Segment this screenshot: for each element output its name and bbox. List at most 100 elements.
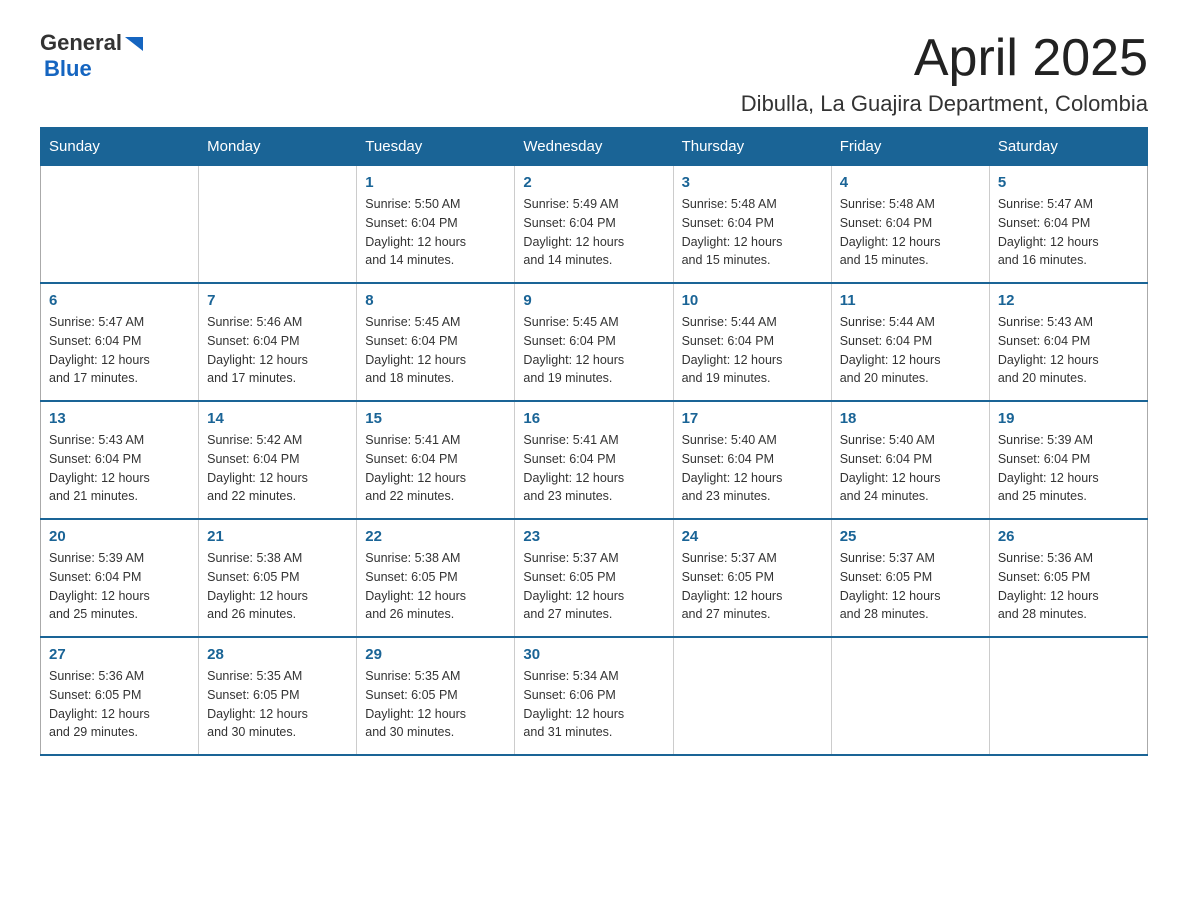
calendar-day-cell: 5 Sunrise: 5:47 AM Sunset: 6:04 PM Daylig… [989,166,1147,284]
day-info: Sunrise: 5:37 AM Sunset: 6:05 PM Dayligh… [682,549,823,624]
logo-triangle-icon [123,33,145,55]
calendar-day-cell: 1 Sunrise: 5:50 AM Sunset: 6:04 PM Daylig… [357,166,515,284]
calendar-day-cell [673,637,831,755]
day-number: 14 [207,410,348,427]
calendar-day-cell: 11 Sunrise: 5:44 AM Sunset: 6:04 PM Dayli… [831,283,989,401]
day-number: 16 [523,410,664,427]
day-info: Sunrise: 5:43 AM Sunset: 6:04 PM Dayligh… [998,313,1139,388]
logo-blue-text: Blue [44,56,92,81]
calendar-day-cell: 28 Sunrise: 5:35 AM Sunset: 6:05 PM Dayli… [199,637,357,755]
day-number: 9 [523,292,664,309]
day-number: 3 [682,174,823,191]
calendar-day-cell: 24 Sunrise: 5:37 AM Sunset: 6:05 PM Dayli… [673,519,831,637]
day-number: 2 [523,174,664,191]
day-number: 11 [840,292,981,309]
day-number: 1 [365,174,506,191]
day-info: Sunrise: 5:47 AM Sunset: 6:04 PM Dayligh… [49,313,190,388]
calendar-day-cell: 27Sunrise: 5:36 AM Sunset: 6:05 PM Dayli… [41,637,199,755]
day-info: Sunrise: 5:38 AM Sunset: 6:05 PM Dayligh… [365,549,506,624]
day-info: Sunrise: 5:50 AM Sunset: 6:04 PM Dayligh… [365,195,506,270]
day-info: Sunrise: 5:48 AM Sunset: 6:04 PM Dayligh… [840,195,981,270]
day-info: Sunrise: 5:37 AM Sunset: 6:05 PM Dayligh… [523,549,664,624]
calendar-header-day: Wednesday [515,128,673,166]
day-number: 12 [998,292,1139,309]
calendar-week-row: 1 Sunrise: 5:50 AM Sunset: 6:04 PM Daylig… [41,166,1148,284]
day-number: 30 [523,646,664,663]
calendar-day-cell [989,637,1147,755]
calendar-header-day: Friday [831,128,989,166]
day-number: 21 [207,528,348,545]
calendar-day-cell: 8Sunrise: 5:45 AM Sunset: 6:04 PM Daylig… [357,283,515,401]
location-title: Dibulla, La Guajira Department, Colombia [741,91,1148,117]
calendar-day-cell: 18 Sunrise: 5:40 AM Sunset: 6:04 PM Dayli… [831,401,989,519]
day-info: Sunrise: 5:36 AM Sunset: 6:05 PM Dayligh… [49,667,190,742]
day-info: Sunrise: 5:34 AM Sunset: 6:06 PM Dayligh… [523,667,664,742]
page-header: General Blue April 2025 Dibulla, La Guaj… [40,30,1148,117]
day-info: Sunrise: 5:44 AM Sunset: 6:04 PM Dayligh… [840,313,981,388]
day-info: Sunrise: 5:41 AM Sunset: 6:04 PM Dayligh… [365,431,506,506]
calendar-header-day: Thursday [673,128,831,166]
day-number: 6 [49,292,190,309]
day-info: Sunrise: 5:44 AM Sunset: 6:04 PM Dayligh… [682,313,823,388]
calendar-day-cell: 10Sunrise: 5:44 AM Sunset: 6:04 PM Dayli… [673,283,831,401]
day-info: Sunrise: 5:35 AM Sunset: 6:05 PM Dayligh… [207,667,348,742]
day-number: 18 [840,410,981,427]
calendar-day-cell [831,637,989,755]
day-info: Sunrise: 5:42 AM Sunset: 6:04 PM Dayligh… [207,431,348,506]
day-info: Sunrise: 5:41 AM Sunset: 6:04 PM Dayligh… [523,431,664,506]
day-info: Sunrise: 5:39 AM Sunset: 6:04 PM Dayligh… [998,431,1139,506]
calendar-day-cell: 6 Sunrise: 5:47 AM Sunset: 6:04 PM Daylig… [41,283,199,401]
day-info: Sunrise: 5:40 AM Sunset: 6:04 PM Dayligh… [840,431,981,506]
day-number: 29 [365,646,506,663]
calendar-day-cell: 3 Sunrise: 5:48 AM Sunset: 6:04 PM Daylig… [673,166,831,284]
day-number: 26 [998,528,1139,545]
day-number: 7 [207,292,348,309]
calendar-day-cell: 21Sunrise: 5:38 AM Sunset: 6:05 PM Dayli… [199,519,357,637]
day-number: 17 [682,410,823,427]
calendar-day-cell: 19 Sunrise: 5:39 AM Sunset: 6:04 PM Dayli… [989,401,1147,519]
day-number: 5 [998,174,1139,191]
day-number: 13 [49,410,190,427]
calendar-day-cell: 30 Sunrise: 5:34 AM Sunset: 6:06 PM Dayli… [515,637,673,755]
day-info: Sunrise: 5:37 AM Sunset: 6:05 PM Dayligh… [840,549,981,624]
calendar-day-cell: 14 Sunrise: 5:42 AM Sunset: 6:04 PM Dayli… [199,401,357,519]
month-title: April 2025 [741,30,1148,87]
day-info: Sunrise: 5:49 AM Sunset: 6:04 PM Dayligh… [523,195,664,270]
calendar-day-cell [41,166,199,284]
day-number: 25 [840,528,981,545]
calendar-day-cell: 13Sunrise: 5:43 AM Sunset: 6:04 PM Dayli… [41,401,199,519]
title-block: April 2025 Dibulla, La Guajira Departmen… [741,30,1148,117]
calendar-day-cell: 22 Sunrise: 5:38 AM Sunset: 6:05 PM Dayli… [357,519,515,637]
calendar-day-cell: 29Sunrise: 5:35 AM Sunset: 6:05 PM Dayli… [357,637,515,755]
day-info: Sunrise: 5:45 AM Sunset: 6:04 PM Dayligh… [523,313,664,388]
day-info: Sunrise: 5:39 AM Sunset: 6:04 PM Dayligh… [49,549,190,624]
calendar-day-cell: 16 Sunrise: 5:41 AM Sunset: 6:04 PM Dayli… [515,401,673,519]
day-info: Sunrise: 5:46 AM Sunset: 6:04 PM Dayligh… [207,313,348,388]
calendar-day-cell: 17 Sunrise: 5:40 AM Sunset: 6:04 PM Dayli… [673,401,831,519]
calendar-day-cell: 9 Sunrise: 5:45 AM Sunset: 6:04 PM Daylig… [515,283,673,401]
calendar-header-day: Sunday [41,128,199,166]
logo-general-text: General [40,30,122,56]
day-info: Sunrise: 5:36 AM Sunset: 6:05 PM Dayligh… [998,549,1139,624]
calendar-day-cell: 4 Sunrise: 5:48 AM Sunset: 6:04 PM Daylig… [831,166,989,284]
calendar-day-cell: 2 Sunrise: 5:49 AM Sunset: 6:04 PM Daylig… [515,166,673,284]
calendar-day-cell: 20Sunrise: 5:39 AM Sunset: 6:04 PM Dayli… [41,519,199,637]
day-number: 4 [840,174,981,191]
calendar-week-row: 27Sunrise: 5:36 AM Sunset: 6:05 PM Dayli… [41,637,1148,755]
calendar-week-row: 6 Sunrise: 5:47 AM Sunset: 6:04 PM Daylig… [41,283,1148,401]
day-number: 28 [207,646,348,663]
day-number: 22 [365,528,506,545]
calendar-header: SundayMondayTuesdayWednesdayThursdayFrid… [41,128,1148,166]
calendar-day-cell: 25 Sunrise: 5:37 AM Sunset: 6:05 PM Dayli… [831,519,989,637]
calendar-day-cell: 23Sunrise: 5:37 AM Sunset: 6:05 PM Dayli… [515,519,673,637]
day-info: Sunrise: 5:48 AM Sunset: 6:04 PM Dayligh… [682,195,823,270]
calendar-week-row: 20Sunrise: 5:39 AM Sunset: 6:04 PM Dayli… [41,519,1148,637]
calendar-day-cell [199,166,357,284]
day-number: 8 [365,292,506,309]
day-number: 24 [682,528,823,545]
day-info: Sunrise: 5:47 AM Sunset: 6:04 PM Dayligh… [998,195,1139,270]
calendar-day-cell: 15Sunrise: 5:41 AM Sunset: 6:04 PM Dayli… [357,401,515,519]
day-number: 19 [998,410,1139,427]
day-info: Sunrise: 5:40 AM Sunset: 6:04 PM Dayligh… [682,431,823,506]
calendar-week-row: 13Sunrise: 5:43 AM Sunset: 6:04 PM Dayli… [41,401,1148,519]
